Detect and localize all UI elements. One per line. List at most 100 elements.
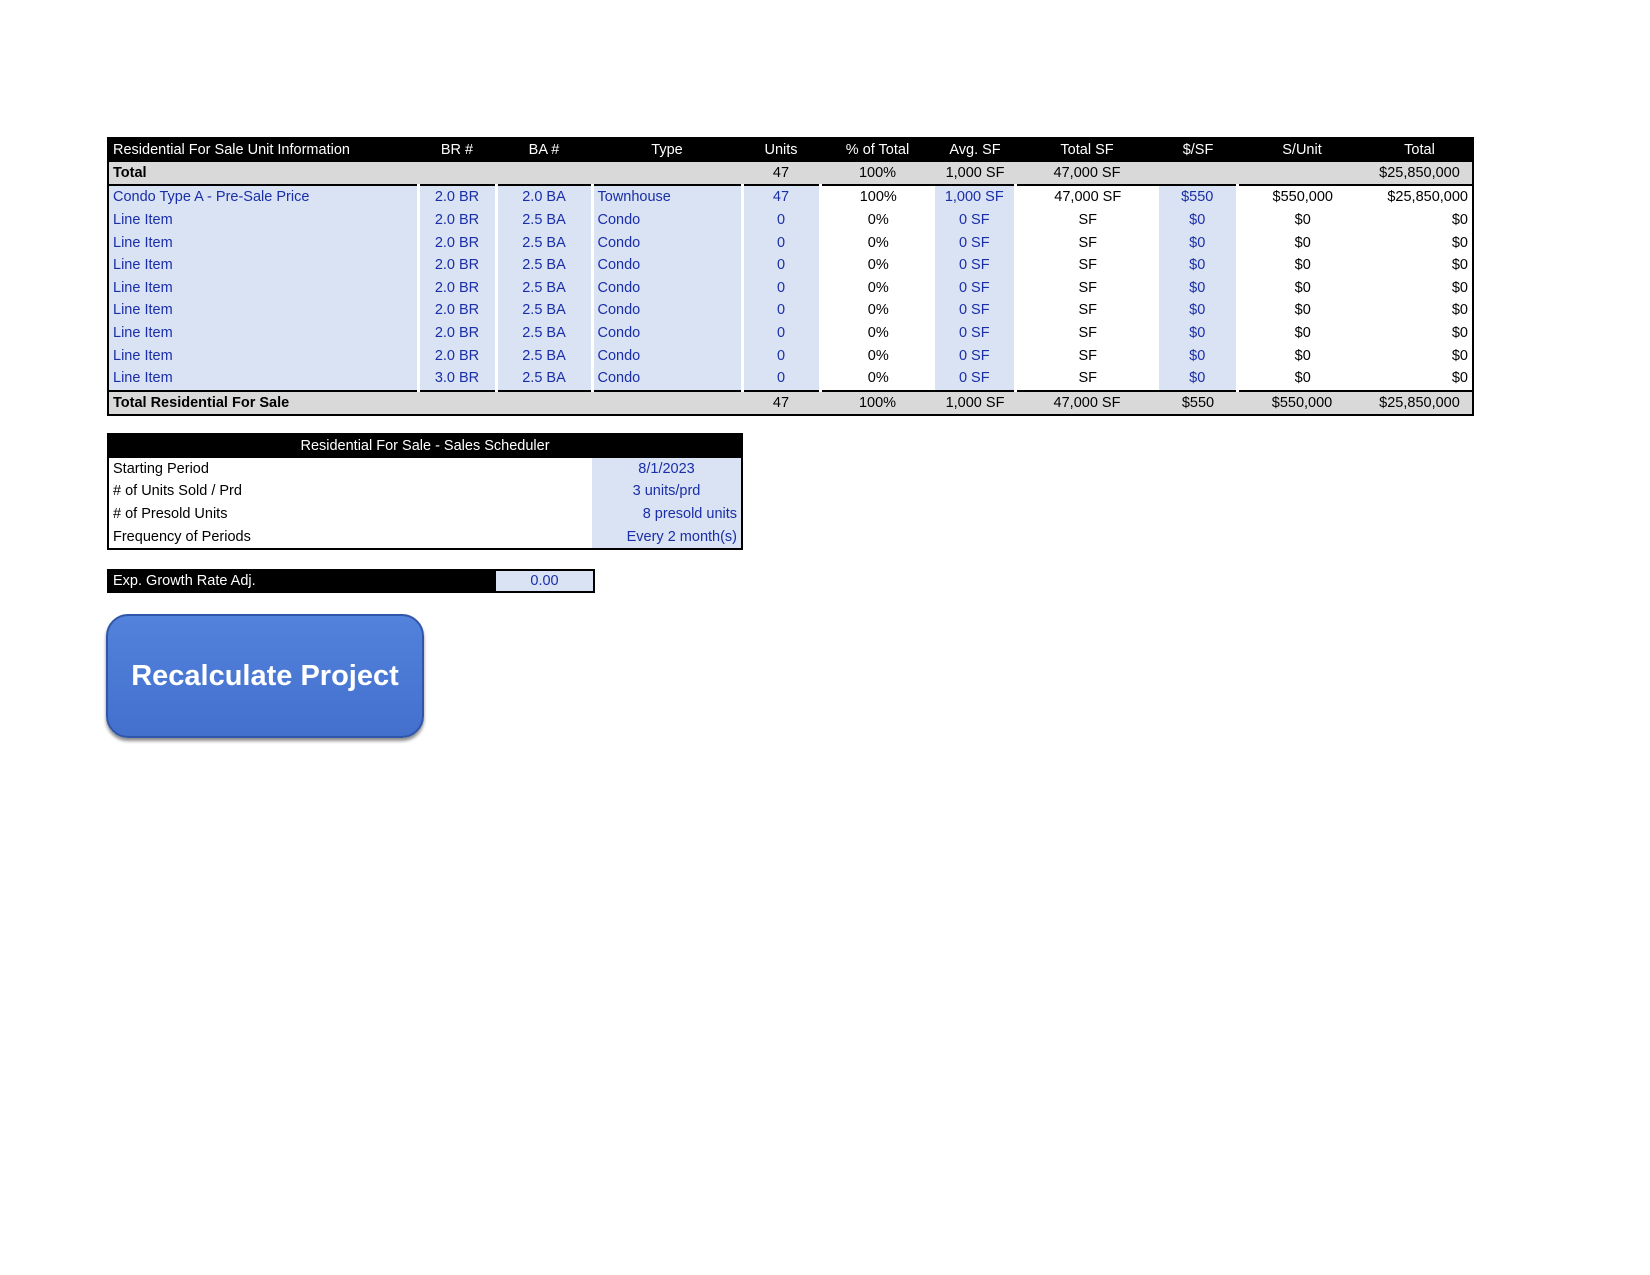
cell-ba[interactable]: 2.5 BA [496,366,594,391]
scheduler-row: # of Units Sold / Prd 3 units/prd [108,480,743,503]
cell-type[interactable]: Condo [592,299,744,322]
scheduler-row: Frequency of Periods Every 2 month(s) [108,525,743,549]
cell-br[interactable]: 2.0 BR [418,185,498,209]
cell-type[interactable]: Condo [592,321,744,345]
cell-avg-sf[interactable]: 0 SF [935,276,1017,300]
table-row: Condo Type A - Pre-Sale Price 2.0 BR 2.0 B… [108,185,1473,209]
unit-info-table: Residential For Sale Unit Information BR … [107,137,1474,417]
cell-br[interactable]: 3.0 BR [418,366,498,391]
cell-total: $0 [1451,302,1468,319]
cell-units[interactable]: 0 [742,321,822,345]
cell-psf[interactable]: $0 [1159,344,1239,367]
cell-units[interactable]: 0 [742,299,822,322]
cell-br[interactable]: 2.0 BR [418,299,498,322]
cell-ba[interactable]: 2.5 BA [496,276,594,300]
cell-total-sf: SF [1078,302,1098,319]
cell-psf[interactable]: $0 [1159,299,1239,322]
scheduler-value-input[interactable]: 8 presold units [592,502,743,526]
cell-type[interactable]: Condo [592,231,744,254]
cell-name[interactable]: Line Item [108,231,420,254]
cell-per-unit: $0 [1294,212,1311,229]
cell-avg-sf[interactable]: 0 SF [935,299,1017,322]
cell-type[interactable]: Condo [592,276,744,300]
cell-pct: 0% [867,347,889,364]
scheduler-value-input[interactable]: Every 2 month(s) [592,525,743,549]
cell-br[interactable]: 2.0 BR [418,231,498,254]
cell-br[interactable]: 2.0 BR [418,321,498,345]
scheduler-value-input[interactable]: 8/1/2023 [592,457,743,481]
scheduler-row: Starting Period 8/1/2023 [108,457,743,481]
cell-psf[interactable]: $0 [1159,321,1239,345]
cell-avg-sf[interactable]: 0 SF [935,321,1017,345]
cell-psf[interactable]: $0 [1159,253,1239,277]
cell-psf[interactable]: $0 [1159,231,1239,254]
header-cell: BR # [418,138,496,162]
cell-avg-sf[interactable]: 0 SF [935,253,1017,277]
cell-units[interactable]: 0 [742,253,822,277]
cell-ba[interactable]: 2.5 BA [496,231,594,254]
cell-ba[interactable]: 2.5 BA [496,253,594,277]
cell-br[interactable]: 2.0 BR [418,276,498,300]
table-row: Line Item 2.0 BR 2.5 BA Condo 0 0% 0 SF SF $0 $0 $… [108,299,1473,322]
cell-br[interactable]: 2.0 BR [418,344,498,367]
header-cell: Avg. SF [935,138,1015,162]
cell-units[interactable]: 0 [742,276,822,300]
cell-total-sf: SF [1078,212,1098,229]
cell-type[interactable]: Condo [592,208,744,232]
cell-per-unit: $550,000 [1272,189,1333,206]
cell-psf[interactable]: $550 [1159,185,1239,209]
cell-br[interactable]: 2.0 BR [418,253,498,277]
cell-avg-sf[interactable]: 0 SF [935,366,1017,391]
cell-psf[interactable]: $0 [1159,208,1239,232]
header-cell: % of Total [820,138,935,162]
cell-name[interactable]: Line Item [108,299,420,322]
total-total: $25,850,000 [1367,161,1473,186]
cell-ba[interactable]: 2.5 BA [496,321,594,345]
cell-pct: 0% [867,370,889,387]
cell-name[interactable]: Condo Type A - Pre-Sale Price [108,185,420,209]
scheduler-title: Residential For Sale - Sales Scheduler [108,434,743,458]
grand-total-units: 47 [742,390,820,416]
cell-type[interactable]: Condo [592,344,744,367]
cell-units[interactable]: 0 [742,231,822,254]
header-cell: $/SF [1159,138,1237,162]
table-row: Line Item 3.0 BR 2.5 BA Condo 0 0% 0 SF SF $0 $0 $… [108,366,1473,391]
cell-type[interactable]: Condo [592,366,744,391]
growth-rate-input[interactable]: 0.00 [496,570,594,592]
cell-name[interactable]: Line Item [108,253,420,277]
cell-name[interactable]: Line Item [108,366,420,391]
cell-units[interactable]: 0 [742,344,822,367]
grand-total-avg-sf: 1,000 SF [935,390,1015,416]
header-cell: Residential For Sale Unit Information [108,138,418,162]
cell-psf[interactable]: $0 [1159,276,1239,300]
cell-br[interactable]: 2.0 BR [418,208,498,232]
cell-units[interactable]: 47 [742,185,822,209]
scheduler-row: # of Presold Units 8 presold units [108,502,743,526]
cell-avg-sf[interactable]: 0 SF [935,208,1017,232]
cell-type[interactable]: Condo [592,253,744,277]
cell-ba[interactable]: 2.5 BA [496,208,594,232]
cell-ba[interactable]: 2.5 BA [496,344,594,367]
cell-pct: 0% [867,325,889,342]
scheduler-value-input[interactable]: 3 units/prd [592,480,743,503]
cell-name[interactable]: Line Item [108,344,420,367]
growth-rate-label: Exp. Growth Rate Adj. [108,570,496,592]
cell-ba[interactable]: 2.0 BA [496,185,594,209]
scheduler-label: # of Presold Units [113,506,228,523]
growth-rate-table: Exp. Growth Rate Adj. 0.00 [107,569,595,593]
cell-avg-sf[interactable]: 0 SF [935,231,1017,254]
cell-units[interactable]: 0 [742,366,822,391]
cell-ba[interactable]: 2.5 BA [496,299,594,322]
cell-avg-sf[interactable]: 1,000 SF [935,185,1017,209]
table-row: Line Item 2.0 BR 2.5 BA Condo 0 0% 0 SF SF $0 $0 $… [108,253,1473,277]
recalculate-project-button[interactable]: Recalculate Project [106,614,424,738]
cell-name[interactable]: Line Item [108,208,420,232]
grand-total-label: Total Residential For Sale [108,390,418,416]
cell-name[interactable]: Line Item [108,276,420,300]
cell-type[interactable]: Townhouse [592,185,744,209]
cell-units[interactable]: 0 [742,208,822,232]
cell-name[interactable]: Line Item [108,321,420,345]
cell-psf[interactable]: $0 [1159,366,1239,391]
cell-avg-sf[interactable]: 0 SF [935,344,1017,367]
cell-total: $25,850,000 [1387,189,1468,206]
